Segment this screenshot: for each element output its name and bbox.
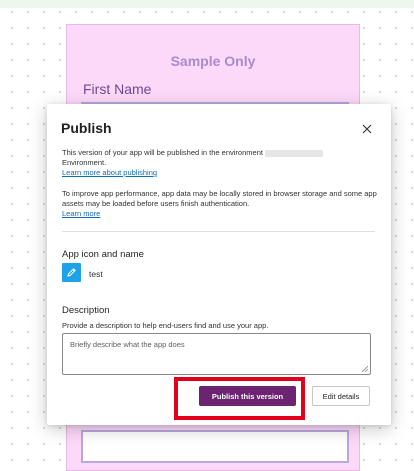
resize-handle-icon[interactable] [362,366,368,372]
pencil-icon [67,268,76,277]
description-title: Description [62,305,110,316]
dialog-title: Publish [61,120,112,136]
close-icon [362,124,372,134]
top-strip [0,0,414,8]
description-textarea[interactable]: Briefly describe what the app does [62,333,371,375]
form-title: Sample Only [170,53,256,69]
publish-info-tail: Environment. [62,158,107,167]
first-name-label: First Name [83,81,152,97]
learn-more-publishing-link[interactable]: Learn more about publishing [62,168,157,177]
performance-info: To improve app performance, app data may… [62,189,382,219]
performance-info-text: To improve app performance, app data may… [62,189,377,208]
app-section-title: App icon and name [62,249,144,260]
description-help: Provide a description to help end-users … [62,321,269,330]
divider [62,231,375,232]
edit-details-button[interactable]: Edit details [312,386,370,406]
publish-info: This version of your app will be publish… [62,148,382,178]
app-icon-tile[interactable] [62,263,81,282]
app-name: test [89,269,103,279]
description-placeholder: Briefly describe what the app does [70,340,185,349]
publish-this-version-button[interactable]: Publish this version [199,386,296,406]
bottom-form-input[interactable] [81,430,349,463]
learn-more-link[interactable]: Learn more [62,209,100,218]
redacted-environment-name [265,149,324,157]
publish-info-text: This version of your app will be publish… [62,148,263,157]
close-button[interactable] [359,121,375,137]
publish-dialog: Publish This version of your app will be… [47,104,391,425]
